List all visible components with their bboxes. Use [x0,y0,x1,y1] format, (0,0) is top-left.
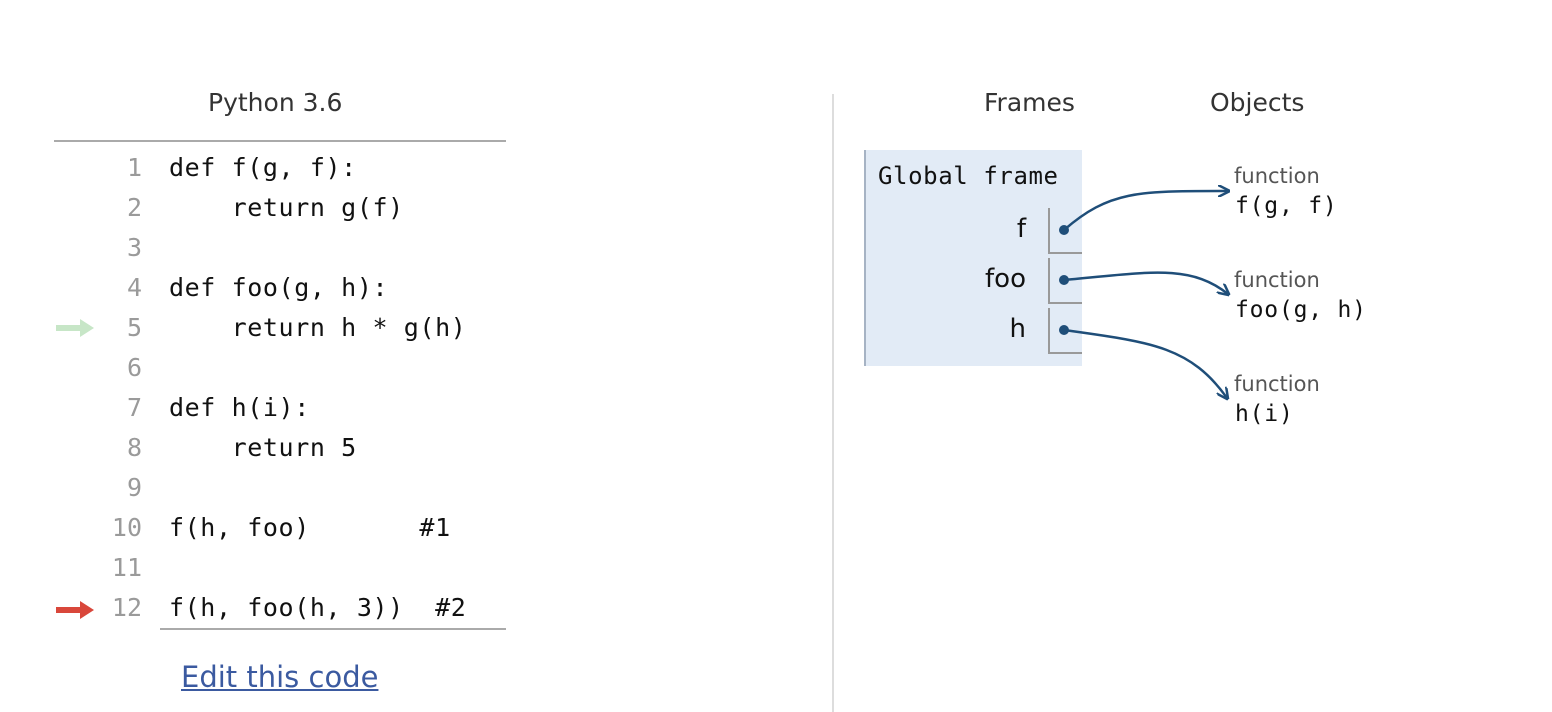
pointer-foo [1059,271,1228,294]
pointer-arrows [1059,0,1552,712]
pointer-line [1063,191,1228,231]
pointer-line [1063,328,1227,398]
pointer-h [1059,325,1227,398]
pointer-line [1063,271,1228,294]
pointer-f [1059,191,1228,235]
